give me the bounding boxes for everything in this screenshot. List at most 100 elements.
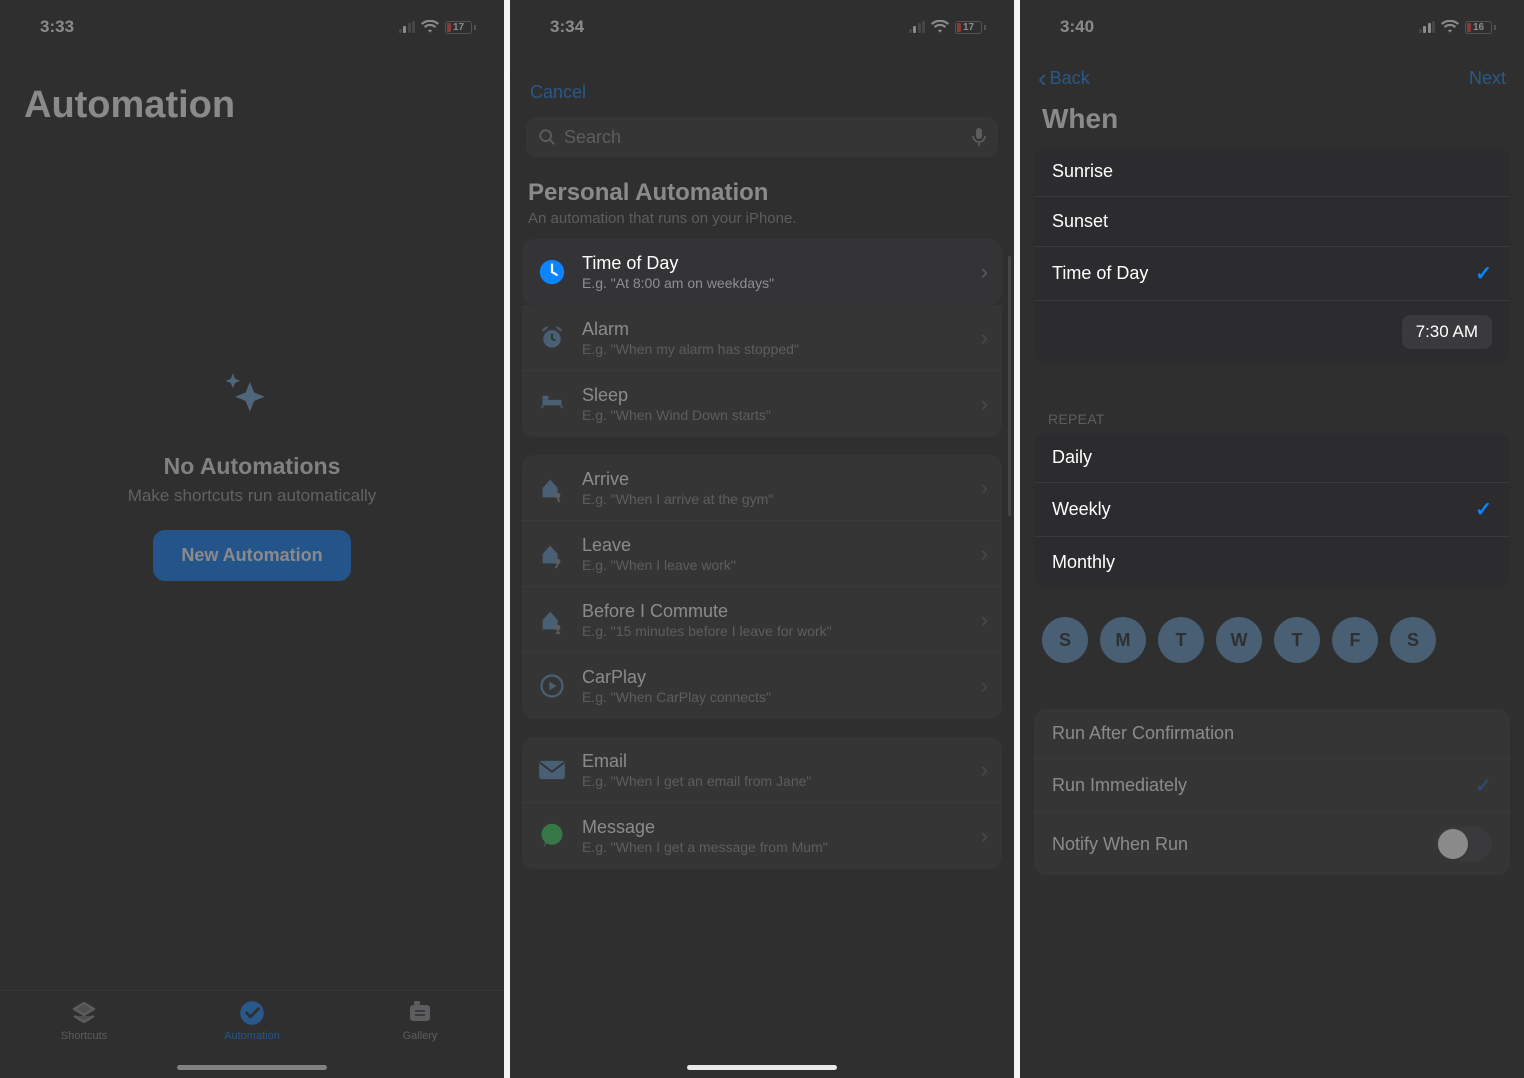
commute-icon [536,604,568,636]
row-title: Time of Day [582,253,967,274]
tab-gallery[interactable]: Gallery [336,991,504,1078]
status-right: 17 [399,20,477,34]
option-sunset[interactable]: Sunset [1034,197,1510,247]
option-notify-when-run[interactable]: Notify When Run [1034,813,1510,875]
chevron-left-icon: ‹ [1038,71,1047,87]
chevron-right-icon: › [981,823,988,849]
clock-icon [536,256,568,288]
row-title: CarPlay [582,667,967,688]
day-fri[interactable]: F [1332,617,1378,663]
next-button[interactable]: Next [1469,68,1506,89]
row-title: Before I Commute [582,601,967,622]
weekday-selector: S M T W T F S [1020,603,1524,681]
status-time: 3:34 [550,17,584,37]
chevron-right-icon: › [981,475,988,501]
option-label: Sunset [1052,211,1108,232]
notify-toggle[interactable] [1436,827,1492,861]
option-run-immediately[interactable]: Run Immediately✓ [1034,759,1510,813]
day-sat[interactable]: S [1390,617,1436,663]
home-indicator[interactable] [687,1065,837,1070]
bed-icon [536,388,568,420]
home-indicator[interactable] [177,1065,327,1070]
status-time: 3:33 [40,17,74,37]
checkmark-icon: ✓ [1475,497,1492,522]
option-label: Run After Confirmation [1052,723,1234,744]
day-tue[interactable]: T [1158,617,1204,663]
trigger-email[interactable]: EmailE.g. "When I get an email from Jane… [522,737,1002,803]
row-subtitle: E.g. "When my alarm has stopped" [582,341,967,357]
scroll-indicator[interactable] [1008,256,1011,516]
empty-subtitle: Make shortcuts run automatically [0,486,504,506]
new-automation-button[interactable]: New Automation [153,530,350,581]
chevron-right-icon: › [981,325,988,351]
row-subtitle: E.g. "When I arrive at the gym" [582,491,967,507]
trigger-alarm[interactable]: AlarmE.g. "When my alarm has stopped" › [522,305,1002,371]
section-title: Personal Automation [528,179,996,207]
status-bar: 3:40 16 [1020,0,1524,54]
trigger-time-of-day[interactable]: Time of Day E.g. "At 8:00 am on weekdays… [522,239,1002,305]
row-title: Message [582,817,967,838]
day-mon[interactable]: M [1100,617,1146,663]
cancel-button[interactable]: Cancel [530,82,586,103]
option-label: Monthly [1052,552,1115,573]
search-icon [538,128,556,146]
battery-level: 17 [446,22,471,33]
option-run-after-confirmation[interactable]: Run After Confirmation [1034,709,1510,759]
search-field[interactable]: Search [526,117,998,157]
mic-icon[interactable] [972,127,986,147]
day-sun[interactable]: S [1042,617,1088,663]
battery-icon: 17 [955,21,986,34]
tab-gallery-label: Gallery [403,1030,438,1042]
option-time-of-day[interactable]: Time of Day✓ [1034,247,1510,301]
row-title: Alarm [582,319,967,340]
time-value[interactable]: 7:30 AM [1402,315,1492,349]
checkmark-icon: ✓ [1475,773,1492,798]
status-bar: 3:34 17 [510,0,1014,54]
option-weekly[interactable]: Weekly✓ [1034,483,1510,537]
trigger-sleep[interactable]: SleepE.g. "When Wind Down starts" › [522,371,1002,437]
run-options-list: Run After Confirmation Run Immediately✓ … [1034,709,1510,875]
wifi-icon [931,20,949,34]
battery-level: 17 [956,22,981,33]
time-picker-row[interactable]: 7:30 AM [1034,301,1510,363]
option-label: Notify When Run [1052,834,1188,855]
trigger-leave[interactable]: LeaveE.g. "When I leave work" › [522,521,1002,587]
repeat-label: REPEAT [1020,379,1524,433]
trigger-carplay[interactable]: CarPlayE.g. "When CarPlay connects" › [522,653,1002,719]
sparkle-icon [218,367,286,435]
back-button[interactable]: ‹Back [1038,68,1090,89]
page-title: When [1020,97,1524,147]
tab-shortcuts[interactable]: Shortcuts [0,991,168,1078]
row-subtitle: E.g. "When CarPlay connects" [582,689,967,705]
row-subtitle: E.g. "When I get an email from Jane" [582,773,967,789]
status-right: 17 [909,20,987,34]
row-subtitle: E.g. "When Wind Down starts" [582,407,967,423]
chevron-right-icon: › [981,541,988,567]
option-sunrise[interactable]: Sunrise [1034,147,1510,197]
status-bar: 3:33 17 [0,0,504,54]
arrive-icon [536,472,568,504]
leave-icon [536,538,568,570]
trigger-before-commute[interactable]: Before I CommuteE.g. "15 minutes before … [522,587,1002,653]
option-daily[interactable]: Daily [1034,433,1510,483]
trigger-arrive[interactable]: ArriveE.g. "When I arrive at the gym" › [522,455,1002,521]
day-wed[interactable]: W [1216,617,1262,663]
day-thu[interactable]: T [1274,617,1320,663]
wifi-icon [1441,20,1459,34]
back-label: Back [1050,68,1090,89]
row-subtitle: E.g. "At 8:00 am on weekdays" [582,275,967,291]
wifi-icon [421,20,439,34]
empty-state: No Automations Make shortcuts run automa… [0,367,504,581]
option-monthly[interactable]: Monthly [1034,537,1510,587]
battery-icon: 16 [1465,21,1496,34]
option-label: Sunrise [1052,161,1113,182]
screen-trigger-picker: 3:34 17 Cancel Search Personal Automatio… [510,0,1014,1078]
tab-automation-label: Automation [224,1030,280,1042]
screen-when-config: 3:40 16 ‹Back Next When Sunrise Sunset T… [1020,0,1524,1078]
row-title: Arrive [582,469,967,490]
screen-automation-empty: 3:33 17 Automation No Automations Make s… [0,0,504,1078]
cellular-icon [1419,21,1436,33]
trigger-message[interactable]: MessageE.g. "When I get a message from M… [522,803,1002,869]
modal-sheet: Cancel Search Personal Automation An aut… [510,66,1014,1078]
option-label: Daily [1052,447,1092,468]
